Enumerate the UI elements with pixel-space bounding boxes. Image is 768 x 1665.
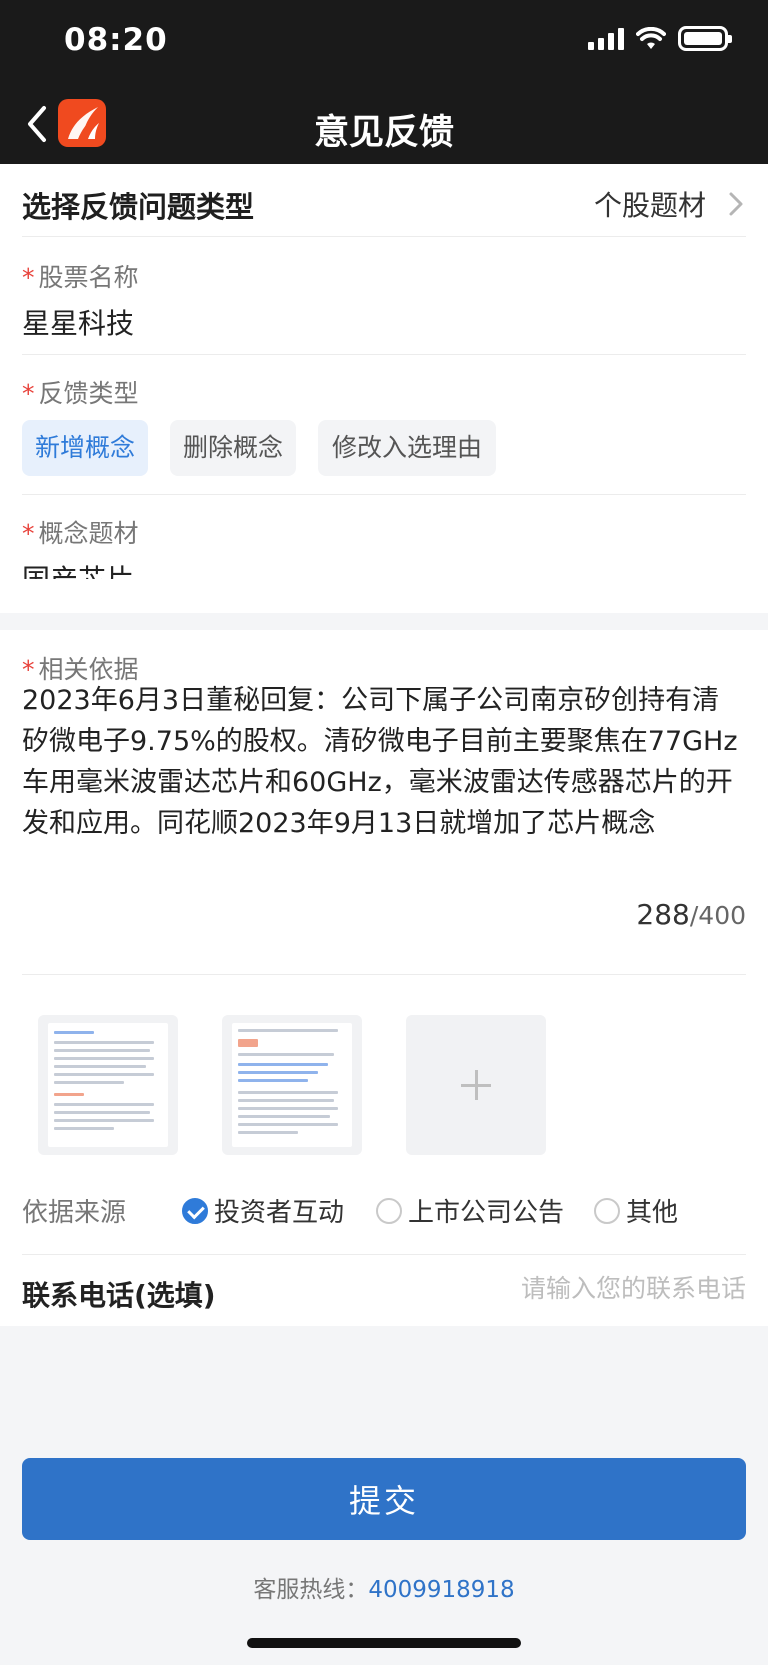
required-asterisk: * <box>22 379 35 408</box>
feedback-type-label: * 反馈类型 <box>22 379 139 408</box>
issue-type-selector[interactable]: 选择反馈问题类型 个股题材 <box>22 184 746 224</box>
feedback-form-card: 选择反馈问题类型 个股题材 * 股票名称 星星科技 * 反馈类型 新增概念 删除概念… <box>0 164 768 596</box>
phone-label: 联系电话(选填) <box>22 1279 216 1312</box>
customer-service-hotline: 客服热线：4009918918 <box>0 1570 768 1604</box>
char-count: 288 <box>636 898 690 931</box>
hotline-label: 客服热线： <box>253 1577 369 1603</box>
divider <box>22 236 746 237</box>
radio-checked-icon <box>182 1197 208 1224</box>
wifi-icon <box>636 26 666 49</box>
feedback-type-option-modify[interactable]: 修改入选理由 <box>318 420 496 476</box>
feedback-form-card-bottom <box>0 579 768 613</box>
battery-icon <box>678 26 732 51</box>
required-asterisk: * <box>22 519 35 548</box>
concept-label: * 概念题材 <box>22 519 139 548</box>
divider <box>22 1254 746 1255</box>
issue-type-label: 选择反馈问题类型 <box>22 190 255 224</box>
submit-button[interactable]: 提交 <box>22 1458 746 1540</box>
stock-name-label: * 股票名称 <box>22 263 139 292</box>
divider <box>22 494 746 495</box>
source-option-company-announcement[interactable]: 上市公司公告 <box>376 1192 564 1229</box>
basis-textarea[interactable]: 2023年6月3日董秘回复：公司下属子公司南京矽创持有清矽微电子9.75%的股权… <box>22 680 746 844</box>
radio-unchecked-icon <box>376 1197 402 1224</box>
chevron-right-icon <box>729 192 743 216</box>
hotline-number[interactable]: 4009918918 <box>368 1577 514 1603</box>
char-counter: 288/400 <box>636 898 746 931</box>
page-title: 意见反馈 <box>313 113 454 153</box>
status-icons <box>588 26 732 51</box>
attachment-thumbnail-2[interactable] <box>222 1015 362 1155</box>
source-option-investor-interaction[interactable]: 投资者互动 <box>182 1192 344 1229</box>
status-time: 08:20 <box>64 22 168 58</box>
cellular-signal-icon <box>588 27 624 50</box>
radio-unchecked-icon <box>594 1197 620 1224</box>
status-bar: 08:20 <box>0 0 768 84</box>
add-attachment-button[interactable] <box>406 1015 546 1155</box>
attachment-thumbnail-1[interactable] <box>38 1015 178 1155</box>
stock-name-value: 星星科技 <box>22 307 135 340</box>
divider <box>22 974 746 975</box>
phone-input[interactable] <box>446 1274 746 1303</box>
source-label: 依据来源 <box>22 1198 127 1228</box>
nav-bar: 意见反馈 <box>0 84 768 164</box>
issue-type-value: 个股题材 <box>593 189 706 222</box>
home-indicator[interactable] <box>247 1638 521 1648</box>
divider <box>22 354 746 355</box>
char-max: /400 <box>689 901 746 930</box>
required-asterisk: * <box>22 263 35 292</box>
basis-card: * 相关依据 2023年6月3日董秘回复：公司下属子公司南京矽创持有清矽微电子9.… <box>0 630 768 1326</box>
source-option-other[interactable]: 其他 <box>594 1192 678 1229</box>
feedback-type-option-delete[interactable]: 删除概念 <box>170 420 296 476</box>
feedback-type-option-add[interactable]: 新增概念 <box>22 420 148 476</box>
